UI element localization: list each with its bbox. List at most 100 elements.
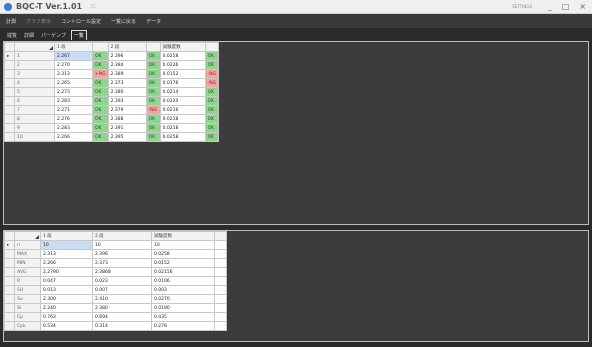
tab-percentage[interactable]: パーゲンプ xyxy=(39,31,68,40)
stat-value-2[interactable]: 2.410 xyxy=(92,294,152,304)
value-cell-1[interactable]: 2.271 xyxy=(54,105,93,115)
table-row[interactable]: 9 2.283 OK 2.391 OK 0.0218 OK xyxy=(4,123,220,133)
table-row[interactable]: ▸ n 10 10 10 xyxy=(4,240,227,250)
row-number[interactable]: 4 xyxy=(14,78,55,88)
value-cell-2[interactable]: 2.373 xyxy=(107,78,147,88)
column-header-2[interactable]: 2 段 xyxy=(92,231,152,241)
stat-label[interactable]: n xyxy=(14,240,41,250)
table-row[interactable]: 4 2.265 OK 2.373 OK 0.0176 -NG xyxy=(4,78,220,88)
value-cell-1[interactable]: 2.283 xyxy=(54,123,93,133)
value-cell-3[interactable]: 0.0226 xyxy=(159,60,206,70)
value-cell-2[interactable]: 2.384 xyxy=(107,60,147,70)
value-cell-3[interactable]: 0.0220 xyxy=(159,96,206,106)
value-cell-3[interactable]: 0.0214 xyxy=(159,87,206,97)
table-row[interactable]: 10 2.266 OK 2.395 OK 0.0258 OK xyxy=(4,132,220,142)
stat-value-3[interactable]: 10 xyxy=(151,240,215,250)
row-number[interactable]: 5 xyxy=(14,87,55,97)
table-row[interactable]: Su 2.300 2.410 0.0270 xyxy=(4,294,227,304)
value-cell-2[interactable]: 2.391 xyxy=(107,123,147,133)
table-row[interactable]: AVG 2.2790 2.3868 0.02156 xyxy=(4,267,227,277)
column-header-1[interactable]: 1 段 xyxy=(40,231,93,241)
menu-item-graph[interactable]: グラフ表示 xyxy=(26,18,51,25)
row-number[interactable]: 9 xyxy=(14,123,55,133)
stat-value-3[interactable]: 0.02156 xyxy=(151,267,215,277)
stat-value-1[interactable]: 2.2790 xyxy=(40,267,93,277)
table-row[interactable]: 7 2.271 OK 2.379 -NG 0.0216 OK xyxy=(4,105,220,115)
value-cell-3[interactable]: 0.0258 xyxy=(159,51,206,61)
stat-value-3[interactable]: 0.0190 xyxy=(151,303,215,313)
value-cell-1[interactable]: 2.266 xyxy=(54,132,93,142)
stat-value-1[interactable]: 2.313 xyxy=(40,249,93,259)
tab-detail[interactable]: 詳細 xyxy=(22,31,36,40)
stat-value-1[interactable]: 2.266 xyxy=(40,258,93,268)
value-cell-3[interactable]: 0.0218 xyxy=(159,123,206,133)
corner-header[interactable] xyxy=(14,42,55,52)
stat-value-2[interactable]: 10 xyxy=(92,240,152,250)
table-row[interactable]: Cp 0.763 0.694 0.435 xyxy=(4,312,227,322)
value-cell-3[interactable]: 0.0152 xyxy=(159,69,206,79)
stat-label[interactable]: Cp xyxy=(14,312,41,322)
table-row[interactable]: R 0.047 0.023 0.0106 xyxy=(4,276,227,286)
row-number[interactable]: 10 xyxy=(14,132,55,142)
column-header-3[interactable]: 試験度数 xyxy=(159,42,206,52)
value-cell-1[interactable]: 2.270 xyxy=(54,60,93,70)
corner-header[interactable] xyxy=(14,231,41,241)
stat-value-2[interactable]: 2.380 xyxy=(92,303,152,313)
table-row[interactable]: 5 2.273 OK 2.380 OK 0.0214 OK xyxy=(4,87,220,97)
stat-value-3[interactable]: 0.0258 xyxy=(151,249,215,259)
stat-value-1[interactable]: 0.047 xyxy=(40,276,93,286)
stat-label[interactable]: R xyxy=(14,276,41,286)
stat-value-1[interactable]: 2.240 xyxy=(40,303,93,313)
table-row[interactable]: 2 2.270 OK 2.384 OK 0.0226 OK xyxy=(4,60,220,70)
table-row[interactable]: Sl 2.240 2.380 0.0190 xyxy=(4,303,227,313)
value-cell-1[interactable]: 2.273 xyxy=(54,87,93,97)
value-cell-2[interactable]: 2.393 xyxy=(107,96,147,106)
row-number[interactable]: 7 xyxy=(14,105,55,115)
row-number[interactable]: 6 xyxy=(14,96,55,106)
menu-item-data[interactable]: データ xyxy=(146,18,161,25)
tab-list[interactable]: 一覧 xyxy=(70,30,87,40)
table-row[interactable]: 6 2.283 OK 2.393 OK 0.0220 OK xyxy=(4,96,220,106)
value-cell-1[interactable]: 2.265 xyxy=(54,78,93,88)
tab-overview[interactable]: 縦覧 xyxy=(5,31,19,40)
menu-item-control-settings[interactable]: コントロール設定 xyxy=(61,18,101,25)
stat-value-3[interactable]: 0.0106 xyxy=(151,276,215,286)
stat-label[interactable]: Cpk xyxy=(14,321,41,331)
value-cell-1[interactable]: 2.313 xyxy=(54,69,93,79)
stat-label[interactable]: Sl xyxy=(14,303,41,313)
value-cell-2[interactable]: 2.395 xyxy=(107,132,147,142)
stat-label[interactable]: MIN xyxy=(14,258,41,268)
stat-value-3[interactable]: 0.0270 xyxy=(151,294,215,304)
value-cell-2[interactable]: 2.379 xyxy=(107,105,147,115)
stat-value-2[interactable]: 0.694 xyxy=(92,312,152,322)
value-cell-1[interactable]: 2.283 xyxy=(54,96,93,106)
row-number[interactable]: 1 xyxy=(14,51,55,61)
row-number[interactable]: 8 xyxy=(14,114,55,124)
stat-value-2[interactable]: 2.373 xyxy=(92,258,152,268)
value-cell-3[interactable]: 0.0176 xyxy=(159,78,206,88)
stat-value-3[interactable]: 0.278 xyxy=(151,321,215,331)
stat-label[interactable]: AVG xyxy=(14,267,41,277)
stat-value-2[interactable]: 2.3868 xyxy=(92,267,152,277)
table-row[interactable]: MAX 2.313 2.396 0.0258 xyxy=(4,249,227,259)
stat-value-1[interactable]: 2.300 xyxy=(40,294,93,304)
stat-value-1[interactable]: 0.013 xyxy=(40,285,93,295)
value-cell-2[interactable]: 2.389 xyxy=(107,69,147,79)
value-cell-3[interactable]: 0.0258 xyxy=(159,132,206,142)
value-cell-1[interactable]: 2.267 xyxy=(54,51,93,61)
row-number[interactable]: 2 xyxy=(14,60,55,70)
value-cell-2[interactable]: 2.380 xyxy=(107,87,147,97)
stat-label[interactable]: Su xyxy=(14,294,41,304)
value-cell-3[interactable]: 0.0218 xyxy=(159,114,206,124)
column-header-3[interactable]: 試験度数 xyxy=(151,231,215,241)
menu-item-back-to-list[interactable]: 一覧に戻る xyxy=(111,18,136,25)
table-row[interactable]: 3 2.313 +NG 2.389 OK 0.0152 -NG xyxy=(4,69,220,79)
maximize-icon[interactable]: □ xyxy=(562,2,570,11)
stat-value-1[interactable]: 0.534 xyxy=(40,321,93,331)
stat-value-3[interactable]: 0.0152 xyxy=(151,258,215,268)
table-row[interactable]: Cpk 0.534 0.314 0.278 xyxy=(4,321,227,331)
value-cell-2[interactable]: 2.396 xyxy=(107,51,147,61)
column-header-2[interactable]: 2 段 xyxy=(107,42,147,52)
stat-value-3[interactable]: 0.003 xyxy=(151,285,215,295)
stat-value-2[interactable]: 0.007 xyxy=(92,285,152,295)
